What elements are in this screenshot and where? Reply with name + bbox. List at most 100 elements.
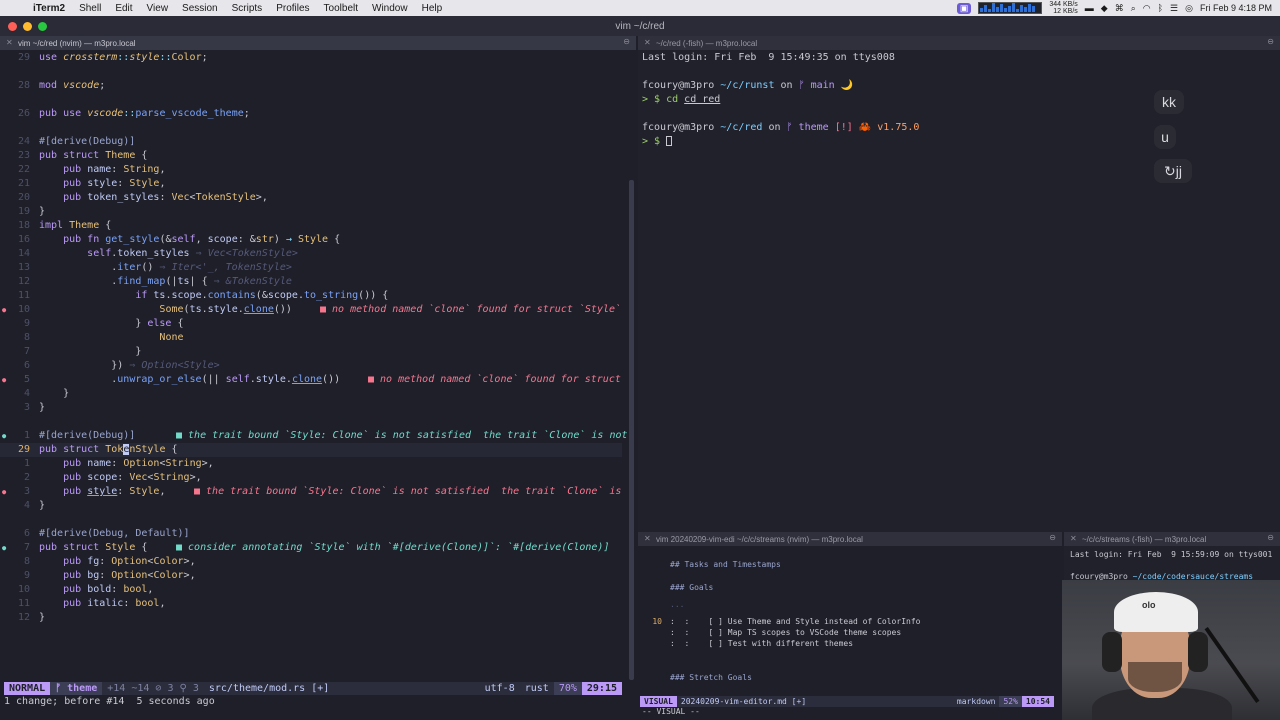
pane-header-right[interactable]: ✕ ~/c/red (-fish) — m3pro.local ⊖ [638, 36, 1280, 50]
markdown-line: ## Tasks and Timestamps [670, 560, 781, 569]
code-line: 7 } [23, 346, 142, 357]
code-line: 21 pub style: Style, [17, 178, 166, 189]
menu-shell[interactable]: Shell [72, 3, 108, 14]
siri-icon[interactable]: ◎ [1185, 3, 1193, 14]
close-icon[interactable]: ✕ [1070, 534, 1077, 543]
control-center-icon[interactable]: ☰ [1170, 3, 1178, 14]
input-line[interactable]: > $ [642, 135, 673, 149]
info-diagnostic: ■ consider annotating `Style` with `#[de… [176, 542, 610, 553]
code-line: 9 } else { [23, 318, 184, 329]
pane-title-right: ~/c/red (-fish) — m3pro.local [656, 38, 758, 48]
code-line: 3} [23, 402, 46, 413]
webcam-overlay: olo [1062, 580, 1280, 720]
headphone-right [1188, 632, 1208, 672]
menu-app-iterm2[interactable]: iTerm2 [26, 3, 72, 14]
menu-window[interactable]: Window [365, 3, 415, 14]
git-branch: ᚠ theme [50, 682, 103, 695]
menu-profiles[interactable]: Profiles [269, 3, 316, 14]
code-line: ● 3 pub style: Style, ■ the trait bound `S… [2, 486, 622, 497]
markdown-line: ### Goals [670, 583, 714, 592]
code-line: 9 pub bg: Option<Color>, [23, 570, 196, 581]
menu-edit[interactable]: Edit [108, 3, 139, 14]
key-overlay-chip: ↻jj [1154, 159, 1192, 183]
minimize-window-button[interactable] [23, 21, 32, 31]
menu-toolbelt[interactable]: Toolbelt [317, 3, 365, 14]
bluetooth-icon[interactable]: ᛒ [1158, 3, 1163, 13]
error-sign-icon: ● [2, 306, 7, 314]
network-speed[interactable]: 344 KB/s 12 KB/s [1049, 1, 1077, 15]
cpu-graph-icon[interactable] [978, 2, 1043, 14]
code-line-current[interactable]: 29 pub struct TokenStyle { [0, 443, 622, 457]
code-line: 20 pub token_styles: Vec<TokenStyle>, [17, 192, 268, 203]
close-icon[interactable]: ✕ [644, 534, 651, 543]
window-title: vim ~/c/red [615, 20, 665, 32]
pane-menu-icon[interactable]: ⊖ [623, 37, 630, 46]
close-icon[interactable]: ✕ [6, 38, 13, 47]
dropbox-icon[interactable]: ◆ [1101, 3, 1108, 14]
zoom-window-button[interactable] [38, 21, 47, 31]
code-line: 2 pub scope: Vec<String>, [23, 472, 202, 483]
code-line: 4 } [23, 388, 70, 399]
menu-view[interactable]: View [140, 3, 176, 14]
scroll-percent: 52% [999, 696, 1022, 707]
nvim-message-line: 1 change; before #14 5 seconds ago [4, 696, 215, 707]
info-sign-icon: ● [2, 432, 7, 440]
menu-session[interactable]: Session [175, 3, 225, 14]
editor-scrollbar[interactable] [629, 180, 634, 680]
close-icon[interactable]: ✕ [644, 38, 651, 47]
menubar-clock[interactable]: Fri Feb 9 4:18 PM [1200, 3, 1272, 13]
code-line: ● 1 #[derive(Debug)] ■ the trait bound `Sty… [2, 430, 628, 441]
code-line: 4} [23, 500, 46, 511]
pane-menu-icon[interactable]: ⊖ [1049, 533, 1056, 542]
code-line: 22 pub name: String, [17, 164, 166, 175]
video-icon[interactable]: ▬ [1085, 3, 1094, 13]
cursor-position: 10:54 [1021, 696, 1054, 707]
file-name: 20240209-vim-editor.md [+] [680, 697, 807, 706]
nvim-status-line: NORMAL ᚠ theme +14 ~14 ⊘ 3 ⚲ 3 src/theme… [4, 682, 622, 695]
code-line: 14 self.token_styles ⇒ Vec<TokenStyle> [17, 248, 298, 259]
nvim-editor-pane[interactable]: 29 use crossterm::style::Color; 28 mod vsc… [0, 50, 636, 682]
error-diagnostic: ■ no method named `clone` found for stru… [320, 304, 622, 315]
pane-header-left[interactable]: ✕ vim ~/c/red (nvim) — m3pro.local ⊖ [0, 36, 636, 50]
script-icon[interactable]: ⌘ [1115, 3, 1124, 14]
cap-logo: olo [1142, 600, 1156, 610]
screen-share-icon[interactable]: ▣ [956, 2, 972, 14]
pane-title-bottom-left: vim 20240209-vim-edi ~/c/c/streams (nvim… [656, 534, 863, 544]
pane-header-bottom-left[interactable]: ✕ vim 20240209-vim-edi ~/c/c/streams (nv… [638, 532, 1062, 546]
code-line: 13 .iter() ⇒ Iter<'_, TokenStyle> [17, 262, 292, 273]
close-window-button[interactable] [8, 21, 17, 31]
window-title-bar: vim ~/c/red [0, 16, 1280, 36]
pane-menu-icon[interactable]: ⊖ [1267, 533, 1274, 542]
code-line: 1 pub name: Option<String>, [23, 458, 214, 469]
pane-header-bottom-right[interactable]: ✕ ~/c/c/streams (-fish) — m3pro.local ⊖ [1064, 532, 1280, 546]
nvim-markdown-status-line: VISUAL 20240209-vim-editor.md [+] markdo… [640, 696, 1054, 707]
code-line: ● 5 .unwrap_or_else(|| self.style.clone()… [2, 374, 621, 385]
markdown-line-selected[interactable]: 10: : [ ] Use Theme and Style instead of… [640, 616, 1060, 627]
code-line: ● 7 pub struct Style {■ consider annotatin… [2, 542, 610, 553]
diff-stats: +14 ~14 ⊘ 3 ⚲ 3 [107, 683, 199, 694]
person-cap [1114, 592, 1198, 632]
code-line: 28 mod vscode; [17, 80, 106, 91]
command-line: > $ cd cd red [642, 94, 721, 105]
pane-title-bottom-right: ~/c/c/streams (-fish) — m3pro.local [1082, 534, 1207, 544]
code-line: 6 }) ⇒ Option<Style> [23, 360, 220, 371]
info-diagnostic: ■ the trait bound `Style: Clone` is not … [176, 430, 628, 441]
nvim-markdown-pane[interactable]: ## Tasks and Timestamps ### Goals ... 10… [640, 546, 1060, 720]
menu-scripts[interactable]: Scripts [225, 3, 270, 14]
menu-help[interactable]: Help [415, 3, 450, 14]
last-login-text: Last login: Fri Feb 9 15:49:35 on ttys00… [642, 52, 895, 63]
macos-menu-bar: iTerm2 Shell Edit View Session Scripts P… [0, 0, 1280, 16]
terminal-cursor [666, 136, 673, 146]
markdown-line: ### Stretch Goals [670, 673, 752, 682]
pane-menu-icon[interactable]: ⊖ [1267, 37, 1274, 46]
wifi-icon[interactable]: ◠ [1143, 3, 1151, 14]
fish-terminal-pane[interactable]: Last login: Fri Feb 9 15:49:35 on ttys00… [638, 50, 1280, 532]
markdown-line: ... [670, 600, 685, 609]
microphone-arm [1204, 626, 1260, 704]
key-overlay-chip: kk [1154, 90, 1184, 114]
markdown-line: : : [ ] Test with different themes [670, 639, 854, 648]
search-icon[interactable]: ⌕ [1131, 3, 1136, 14]
error-diagnostic: ■ no method named `clone` found for stru… [368, 374, 621, 385]
code-line: 29 use crossterm::style::Color; [17, 52, 208, 63]
error-sign-icon: ● [2, 488, 7, 496]
